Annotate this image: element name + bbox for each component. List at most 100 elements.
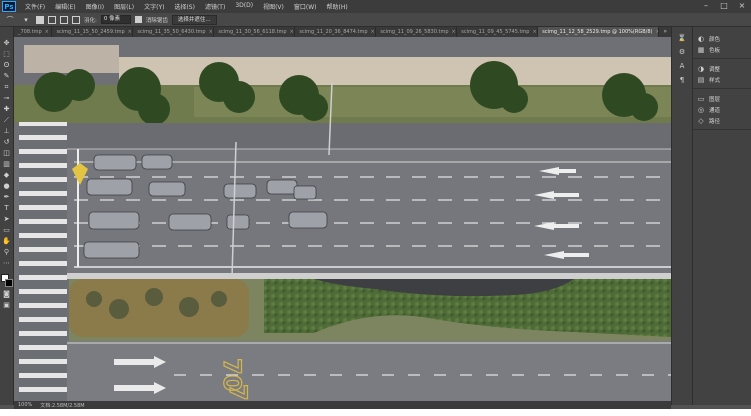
character-panel-icon[interactable]: A: [676, 61, 688, 71]
more-tools-icon[interactable]: ⋯: [2, 259, 12, 268]
antialias-checkbox[interactable]: [134, 16, 142, 23]
tab-document-0[interactable]: _708.tmp ×: [14, 27, 53, 37]
add-selection-icon[interactable]: [48, 15, 56, 24]
tab-label: scimg_11_20_36_8474.tmp: [299, 29, 368, 35]
menu-bar: Ps 文件(F) 编辑(E) 图像(I) 图层(L) 文字(Y) 选择(S) 滤镜(T) 3D…: [0, 0, 751, 13]
document-size: 文档:2.58M/2.58M: [40, 402, 85, 409]
tool-preset-chevron-icon[interactable]: ▾: [20, 15, 32, 25]
tab-close-icon[interactable]: ×: [371, 29, 375, 35]
menu-item-0[interactable]: 文件(F): [20, 2, 50, 11]
tab-document-6[interactable]: scimg_11_09_45_5745.tmp ×: [457, 27, 539, 37]
menu-item-2[interactable]: 图像(I): [81, 2, 109, 11]
options-bar: ⌒ ▾ 羽化: 0 像素 消除锯齿 选择并遮住...: [0, 13, 751, 27]
menu-item-8[interactable]: 视图(V): [258, 2, 289, 11]
swatches-icon: ▦: [697, 45, 705, 54]
feather-label: 羽化:: [84, 17, 97, 24]
new-selection-icon[interactable]: [36, 15, 44, 24]
move-tool-icon[interactable]: ✥: [2, 39, 12, 48]
tab-close-icon[interactable]: ×: [45, 29, 49, 35]
panel-tab-styles[interactable]: ▤ 样式: [693, 74, 751, 85]
marquee-tool-icon[interactable]: ⬚: [2, 50, 12, 59]
blur-tool-icon[interactable]: ◆: [2, 171, 12, 180]
panel-tab-paths[interactable]: ◇ 路径: [693, 115, 751, 126]
quick-mask-icon[interactable]: ◙: [2, 290, 12, 299]
subtract-selection-icon[interactable]: [60, 15, 68, 24]
path-select-tool-icon[interactable]: ➤: [2, 215, 12, 224]
menu-item-1[interactable]: 编辑(E): [50, 2, 80, 11]
close-button[interactable]: ×: [737, 1, 747, 11]
crop-tool-icon[interactable]: ⌗: [2, 83, 12, 92]
tab-close-icon[interactable]: ×: [290, 29, 294, 35]
tab-document-1[interactable]: scimg_11_15_50_2459.tmp ×: [52, 27, 134, 37]
color-icon: ◐: [697, 34, 705, 43]
canvas[interactable]: 70 70: [14, 37, 671, 405]
panel-group-color: ◐ 颜色 ▦ 色板: [693, 33, 751, 59]
menu-item-10[interactable]: 帮助(H): [322, 2, 353, 11]
feather-input[interactable]: 0 像素: [100, 15, 131, 24]
tab-document-2[interactable]: scimg_11_35_50_6430.tmp ×: [133, 27, 215, 37]
healing-tool-icon[interactable]: ✚: [2, 105, 12, 114]
eyedropper-tool-icon[interactable]: ⊸: [2, 94, 12, 103]
properties-panel-icon[interactable]: ⚙: [676, 47, 688, 57]
tab-close-icon[interactable]: ×: [452, 29, 456, 35]
tab-label: _708.tmp: [18, 29, 42, 35]
menu-item-7[interactable]: 3D(D): [230, 2, 258, 11]
pen-tool-icon[interactable]: ✒: [2, 193, 12, 202]
quick-select-tool-icon[interactable]: ✎: [2, 72, 12, 81]
background-color-swatch[interactable]: [4, 279, 13, 287]
paths-icon: ◇: [698, 116, 704, 125]
layers-icon: ▭: [697, 94, 705, 103]
screen-mode-icon[interactable]: ▣: [2, 301, 12, 310]
tab-document-7[interactable]: scimg_11_12_58_2529.tmp @ 100%(RGB/8) ×: [538, 27, 660, 37]
zoom-level[interactable]: 100%: [18, 402, 32, 408]
tab-label: scimg_11_35_50_6430.tmp: [137, 29, 206, 35]
menu-item-5[interactable]: 选择(S): [169, 2, 200, 11]
gradient-tool-icon[interactable]: ▥: [2, 160, 12, 169]
panel-tab-color[interactable]: ◐ 颜色: [693, 33, 751, 44]
type-tool-icon[interactable]: T: [2, 204, 12, 213]
paragraph-panel-icon[interactable]: ¶: [676, 75, 688, 85]
tab-close-icon[interactable]: ×: [209, 29, 213, 35]
menu-item-6[interactable]: 滤镜(T): [200, 2, 230, 11]
aerial-road-image: 70 70: [14, 37, 671, 405]
lasso-tool-icon[interactable]: ⌒: [4, 15, 16, 25]
tab-document-5[interactable]: scimg_11_09_26_5830.tmp ×: [376, 27, 458, 37]
rectangle-tool-icon[interactable]: ▭: [2, 226, 12, 235]
brush-tool-icon[interactable]: ⟋: [2, 116, 12, 125]
panel-label: 调整: [709, 66, 721, 73]
bottom-strip: [0, 409, 751, 416]
menu-item-3[interactable]: 图层(L): [109, 2, 139, 11]
intersect-selection-icon[interactable]: [72, 15, 80, 24]
adjustments-icon: ◑: [697, 64, 705, 73]
minimize-button[interactable]: –: [701, 1, 711, 11]
menu-item-9[interactable]: 窗口(W): [289, 2, 322, 11]
zoom-tool-icon[interactable]: ⚲: [2, 248, 12, 257]
panel-label: 色板: [709, 47, 721, 54]
color-swatches[interactable]: [0, 274, 13, 288]
tab-document-4[interactable]: scimg_11_20_36_8474.tmp ×: [295, 27, 377, 37]
tab-close-icon[interactable]: ×: [532, 29, 536, 35]
eraser-tool-icon[interactable]: ◫: [2, 149, 12, 158]
panel-label: 路径: [709, 118, 721, 125]
menu-item-4[interactable]: 文字(Y): [139, 2, 169, 11]
lasso-tool-icon[interactable]: ʘ: [2, 61, 12, 70]
panel-tab-adjustments[interactable]: ◑ 调整: [693, 63, 751, 74]
hand-tool-icon[interactable]: ✋: [2, 237, 12, 246]
tools-panel: ✥ ⬚ ʘ ✎ ⌗ ⊸ ✚ ⟋ ⊥ ↺ ◫ ▥ ◆ ● ✒ T ➤ ▭ ✋ ⚲ …: [0, 27, 14, 405]
tab-document-3[interactable]: scimg_11_30_56_6118.tmp ×: [214, 27, 296, 37]
maximize-button[interactable]: □: [719, 1, 729, 11]
history-panel-icon[interactable]: ⌛: [676, 33, 688, 43]
tab-close-icon[interactable]: ×: [128, 29, 132, 35]
status-bar: 100% 文档:2.58M/2.58M: [14, 401, 671, 409]
select-and-mask-button[interactable]: 选择并遮住...: [171, 14, 217, 25]
clone-stamp-tool-icon[interactable]: ⊥: [2, 127, 12, 136]
tab-overflow-icon[interactable]: »: [659, 27, 671, 37]
document-tabs: _708.tmp × scimg_11_15_50_2459.tmp × scimg_1…: [14, 27, 671, 37]
tab-label: scimg_11_12_58_2529.tmp @ 100%(RGB/8): [542, 29, 653, 35]
photoshop-logo: Ps: [2, 1, 16, 12]
panel-tab-swatches[interactable]: ▦ 色板: [693, 44, 751, 55]
dodge-tool-icon[interactable]: ●: [2, 182, 12, 191]
panel-tab-layers[interactable]: ▭ 图层: [693, 93, 751, 104]
history-brush-tool-icon[interactable]: ↺: [2, 138, 12, 147]
panel-tab-channels[interactable]: ◎ 通道: [693, 104, 751, 115]
